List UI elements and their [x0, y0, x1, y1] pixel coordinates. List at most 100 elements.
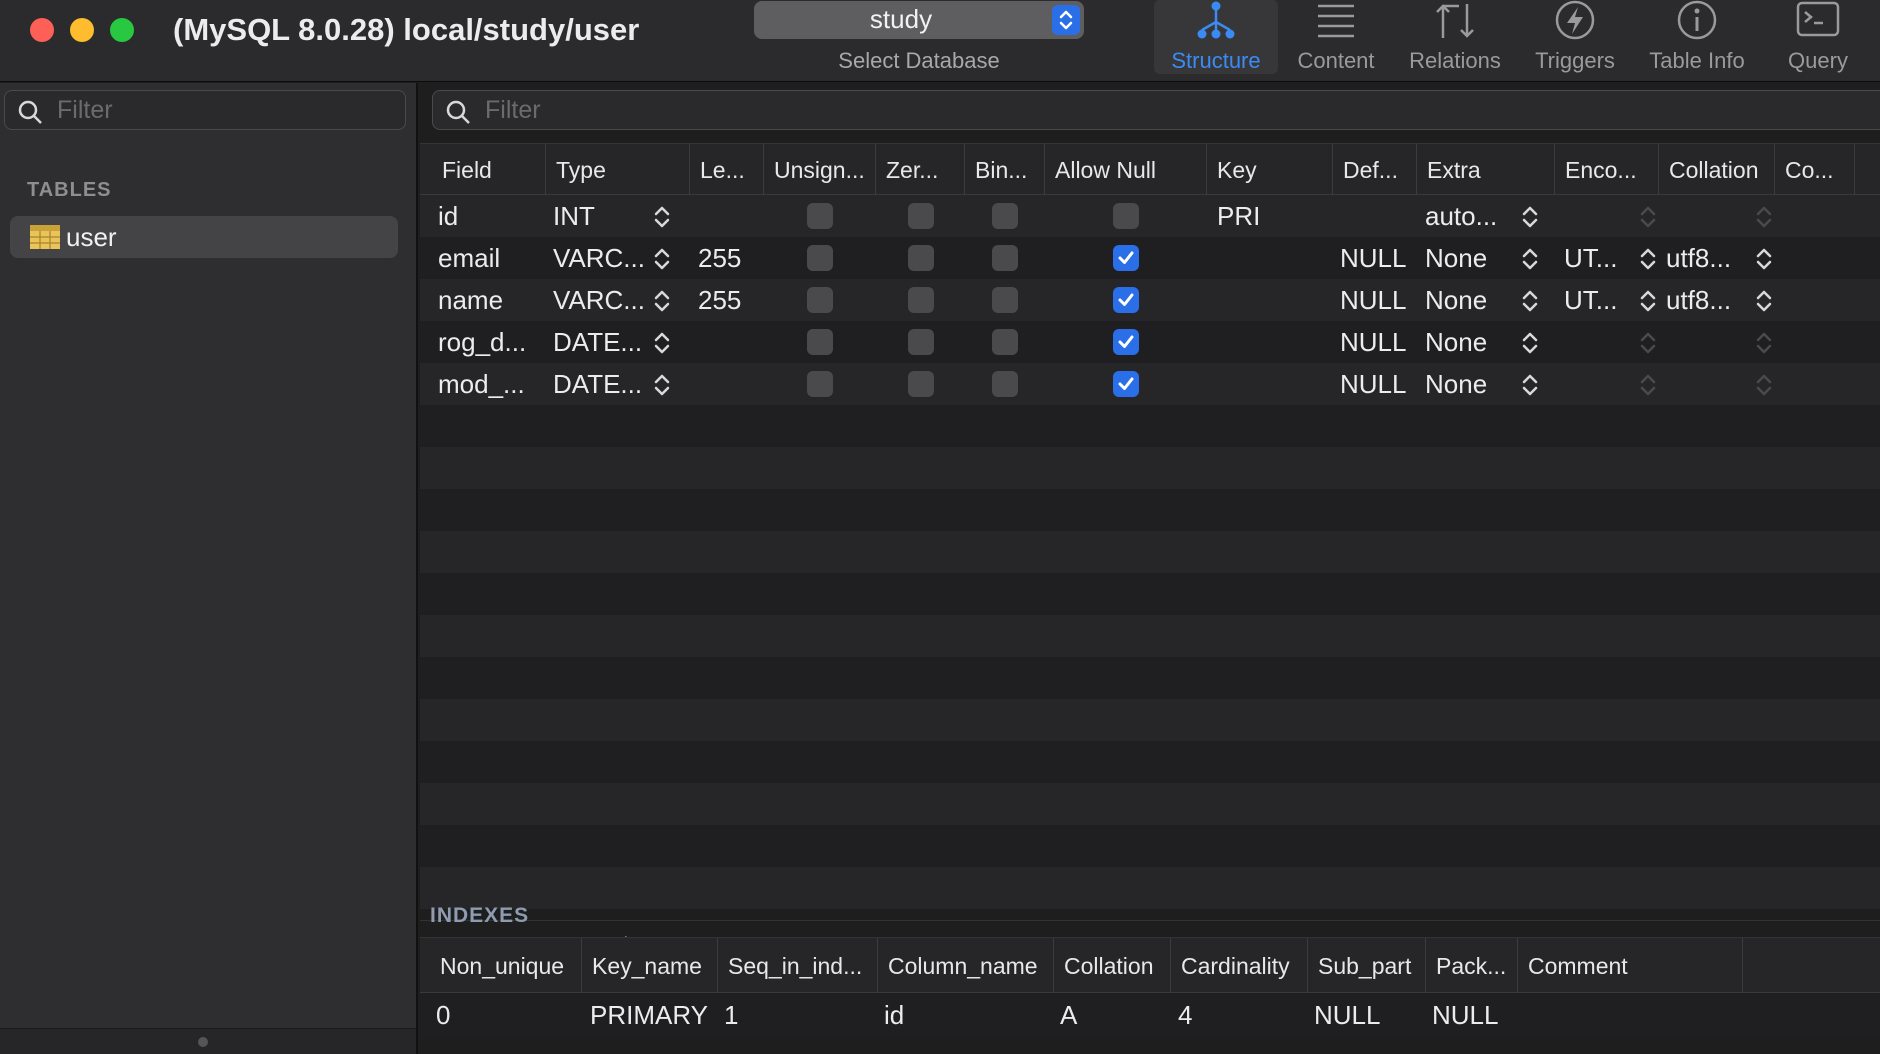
- unsigned-checkbox[interactable]: [807, 371, 833, 397]
- index-column-header[interactable]: Comment: [1518, 938, 1743, 994]
- zerofill-checkbox[interactable]: [908, 371, 934, 397]
- encoding-cell[interactable]: UT...: [1564, 279, 1617, 321]
- encoding-stepper-icon[interactable]: [1638, 205, 1658, 234]
- type-stepper-icon[interactable]: [652, 247, 672, 276]
- allow_null-checkbox[interactable]: [1113, 245, 1139, 271]
- index-cell[interactable]: PRIMARY: [590, 993, 708, 1037]
- binary-checkbox[interactable]: [992, 245, 1018, 271]
- close-window-button[interactable]: [30, 18, 54, 42]
- index-column-header[interactable]: Column_name: [878, 938, 1054, 994]
- unsigned-checkbox[interactable]: [807, 287, 833, 313]
- column-header[interactable]: Extra: [1417, 144, 1555, 196]
- column-header[interactable]: Def...: [1333, 144, 1417, 196]
- extra-stepper-icon[interactable]: [1520, 373, 1540, 402]
- field-cell[interactable]: email: [438, 237, 500, 279]
- collation-cell[interactable]: utf8...: [1666, 279, 1731, 321]
- allow_null-checkbox[interactable]: [1113, 329, 1139, 355]
- allow_null-checkbox[interactable]: [1113, 203, 1139, 229]
- index-cell[interactable]: NULL: [1432, 993, 1498, 1037]
- collation-stepper-icon[interactable]: [1754, 331, 1774, 360]
- type-cell[interactable]: VARC...: [553, 237, 645, 279]
- index-cell[interactable]: A: [1060, 993, 1077, 1037]
- length-cell[interactable]: 255: [698, 279, 741, 321]
- encoding-stepper-icon[interactable]: [1638, 247, 1658, 276]
- column-header[interactable]: Allow Null: [1045, 144, 1207, 196]
- column-header[interactable]: Collation: [1659, 144, 1775, 196]
- column-header[interactable]: Enco...: [1555, 144, 1659, 196]
- tab-triggers[interactable]: Triggers: [1513, 0, 1637, 74]
- zerofill-checkbox[interactable]: [908, 203, 934, 229]
- minimize-window-button[interactable]: [70, 18, 94, 42]
- table-row[interactable]: id INT PRI auto...: [420, 195, 1880, 237]
- table-row[interactable]: name VARC... 255 NULL None UT... utf8...: [420, 279, 1880, 321]
- encoding-cell[interactable]: UT...: [1564, 237, 1617, 279]
- unsigned-checkbox[interactable]: [807, 329, 833, 355]
- field-cell[interactable]: name: [438, 279, 503, 321]
- column-header[interactable]: Key: [1207, 144, 1333, 196]
- index-cell[interactable]: NULL: [1314, 993, 1380, 1037]
- binary-checkbox[interactable]: [992, 329, 1018, 355]
- collation-stepper-icon[interactable]: [1754, 247, 1774, 276]
- table-row[interactable]: rog_d... DATE... NULL None: [420, 321, 1880, 363]
- collation-stepper-icon[interactable]: [1754, 205, 1774, 234]
- extra-stepper-icon[interactable]: [1520, 289, 1540, 318]
- tab-structure[interactable]: Structure: [1154, 0, 1278, 74]
- column-header[interactable]: Bin...: [965, 144, 1045, 196]
- default-cell[interactable]: NULL: [1340, 279, 1406, 321]
- field-cell[interactable]: mod_...: [438, 363, 525, 405]
- allow_null-checkbox[interactable]: [1113, 287, 1139, 313]
- index-cell[interactable]: id: [884, 993, 904, 1037]
- unsigned-checkbox[interactable]: [807, 245, 833, 271]
- table-row[interactable]: mod_... DATE... NULL None: [420, 363, 1880, 405]
- index-column-header[interactable]: Cardinality: [1171, 938, 1308, 994]
- index-column-header[interactable]: Key_name: [582, 938, 718, 994]
- extra-cell[interactable]: None: [1425, 363, 1487, 405]
- allow_null-checkbox[interactable]: [1113, 371, 1139, 397]
- default-cell[interactable]: NULL: [1340, 237, 1406, 279]
- sidebar-filter[interactable]: [4, 90, 406, 130]
- zerofill-checkbox[interactable]: [908, 329, 934, 355]
- type-stepper-icon[interactable]: [652, 373, 672, 402]
- binary-checkbox[interactable]: [992, 203, 1018, 229]
- index-cell[interactable]: 4: [1178, 993, 1192, 1037]
- tab-query[interactable]: Query: [1756, 0, 1880, 74]
- sidebar-filter-input[interactable]: [57, 95, 397, 125]
- binary-checkbox[interactable]: [992, 371, 1018, 397]
- type-stepper-icon[interactable]: [652, 205, 672, 234]
- extra-cell[interactable]: auto...: [1425, 195, 1497, 237]
- column-header[interactable]: Zer...: [876, 144, 965, 196]
- extra-cell[interactable]: None: [1425, 321, 1487, 363]
- sidebar-scrollbar[interactable]: [0, 1028, 416, 1054]
- encoding-stepper-icon[interactable]: [1638, 373, 1658, 402]
- unsigned-checkbox[interactable]: [807, 203, 833, 229]
- type-cell[interactable]: DATE...: [553, 321, 642, 363]
- binary-checkbox[interactable]: [992, 287, 1018, 313]
- index-column-header[interactable]: Collation: [1054, 938, 1171, 994]
- type-cell[interactable]: INT: [553, 195, 595, 237]
- collation-stepper-icon[interactable]: [1754, 289, 1774, 318]
- type-stepper-icon[interactable]: [652, 331, 672, 360]
- type-cell[interactable]: DATE...: [553, 363, 642, 405]
- collation-stepper-icon[interactable]: [1754, 373, 1774, 402]
- field-cell[interactable]: rog_d...: [438, 321, 526, 363]
- tab-content[interactable]: Content: [1274, 0, 1398, 74]
- collation-cell[interactable]: utf8...: [1666, 237, 1731, 279]
- tab-table-info[interactable]: Table Info: [1635, 0, 1759, 74]
- index-column-header[interactable]: Sub_part: [1308, 938, 1426, 994]
- length-cell[interactable]: 255: [698, 237, 741, 279]
- index-column-header[interactable]: Non_unique: [420, 938, 582, 994]
- index-row[interactable]: 0 PRIMARY 1 id A 4 NULL NULL: [420, 993, 1880, 1037]
- type-stepper-icon[interactable]: [652, 289, 672, 318]
- column-header[interactable]: Le...: [690, 144, 764, 196]
- database-select[interactable]: study: [754, 1, 1084, 39]
- extra-stepper-icon[interactable]: [1520, 247, 1540, 276]
- field-cell[interactable]: id: [438, 195, 458, 237]
- encoding-stepper-icon[interactable]: [1638, 331, 1658, 360]
- key-cell[interactable]: PRI: [1217, 195, 1260, 237]
- zerofill-checkbox[interactable]: [908, 287, 934, 313]
- type-cell[interactable]: VARC...: [553, 279, 645, 321]
- structure-filter-input[interactable]: [485, 95, 1880, 125]
- index-cell[interactable]: 1: [724, 993, 738, 1037]
- tab-relations[interactable]: Relations: [1393, 0, 1517, 74]
- extra-stepper-icon[interactable]: [1520, 205, 1540, 234]
